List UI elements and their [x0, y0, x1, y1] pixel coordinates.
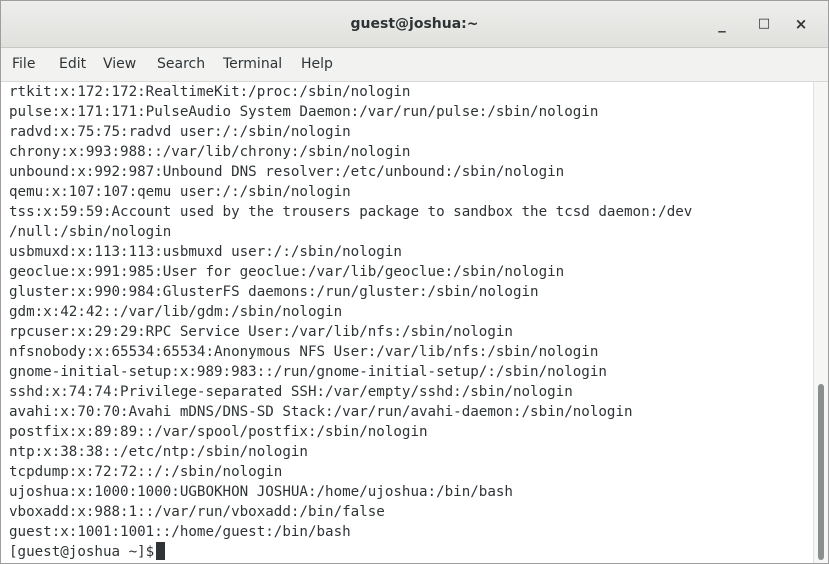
title-bar[interactable]: guest@joshua:~ _ □ ×	[1, 1, 828, 48]
menu-edit[interactable]: Edit	[59, 48, 86, 81]
terminal-line: tcpdump:x:72:72::/:/sbin/nologin	[9, 464, 283, 480]
terminal-line: gluster:x:990:984:GlusterFS daemons:/run…	[9, 284, 539, 300]
terminal-line: vboxadd:x:988:1::/var/run/vboxadd:/bin/f…	[9, 504, 385, 520]
terminal-line: rtkit:x:172:172:RealtimeKit:/proc:/sbin/…	[9, 84, 411, 100]
terminal-line: sshd:x:74:74:Privilege-separated SSH:/va…	[9, 384, 573, 400]
terminal-line: chrony:x:993:988::/var/lib/chrony:/sbin/…	[9, 144, 411, 160]
terminal-line: /null:/sbin/nologin	[9, 224, 172, 240]
menu-terminal[interactable]: Terminal	[223, 48, 282, 81]
terminal-line: radvd:x:75:75:radvd user:/:/sbin/nologin	[9, 124, 351, 140]
shell-prompt: [guest@joshua ~]$	[9, 544, 155, 560]
terminal-line: rpcuser:x:29:29:RPC Service User:/var/li…	[9, 324, 513, 340]
menu-help[interactable]: Help	[301, 48, 333, 81]
terminal-line: postfix:x:89:89::/var/spool/postfix:/sbi…	[9, 424, 428, 440]
window-title: guest@joshua:~	[350, 16, 479, 32]
terminal-line: unbound:x:992:987:Unbound DNS resolver:/…	[9, 164, 565, 180]
terminal-line: tss:x:59:59:Account used by the trousers…	[9, 204, 693, 220]
terminal-output[interactable]: rtkit:x:172:172:RealtimeKit:/proc:/sbin/…	[1, 82, 813, 563]
scrollbar-thumb[interactable]	[818, 384, 824, 560]
terminal-line: pulse:x:171:171:PulseAudio System Daemon…	[9, 104, 599, 120]
terminal-line: geoclue:x:991:985:User for geoclue:/var/…	[9, 264, 565, 280]
terminal-line: gnome-initial-setup:x:989:983::/run/gnom…	[9, 364, 607, 380]
maximize-button[interactable]: □	[749, 9, 779, 39]
terminal-window: guest@joshua:~ _ □ × File Edit View Sear…	[0, 0, 829, 564]
text-cursor	[156, 542, 166, 560]
terminal-line: gdm:x:42:42::/var/lib/gdm:/sbin/nologin	[9, 304, 343, 320]
menu-search[interactable]: Search	[157, 48, 205, 81]
minimize-button[interactable]: _	[707, 9, 737, 39]
terminal-line: avahi:x:70:70:Avahi mDNS/DNS-SD Stack:/v…	[9, 404, 633, 420]
terminal-line: ujoshua:x:1000:1000:UGBOKHON JOSHUA:/hom…	[9, 484, 513, 500]
terminal-line: qemu:x:107:107:qemu user:/:/sbin/nologin	[9, 184, 351, 200]
menu-view[interactable]: View	[103, 48, 136, 81]
menu-file[interactable]: File	[12, 48, 35, 81]
terminal-line: usbmuxd:x:113:113:usbmuxd user:/:/sbin/n…	[9, 244, 402, 260]
close-button[interactable]: ×	[786, 9, 816, 39]
menu-bar: File Edit View Search Terminal Help	[1, 48, 828, 82]
terminal-line: guest:x:1001:1001::/home/guest:/bin/bash	[9, 524, 351, 540]
vertical-scrollbar[interactable]	[813, 82, 828, 563]
terminal-line: nfsnobody:x:65534:65534:Anonymous NFS Us…	[9, 344, 599, 360]
prompt-line[interactable]: [guest@joshua ~]$	[9, 542, 166, 562]
terminal-line: ntp:x:38:38::/etc/ntp:/sbin/nologin	[9, 444, 308, 460]
